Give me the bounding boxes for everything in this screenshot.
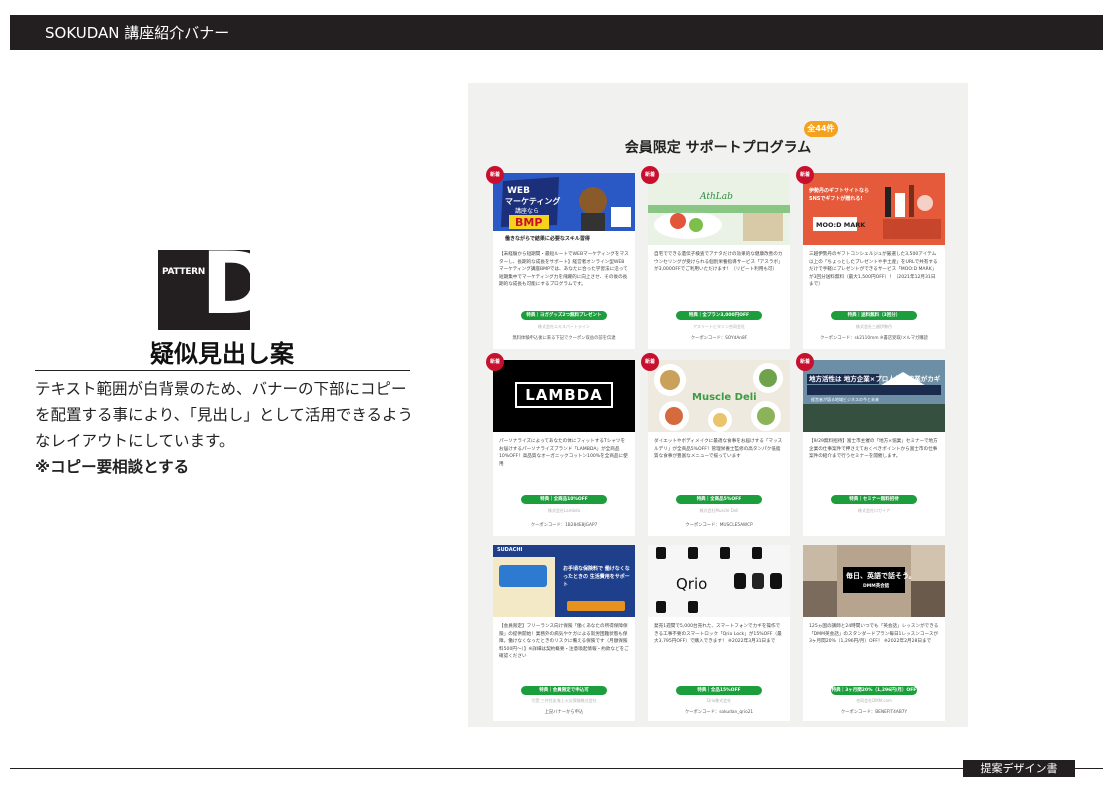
program-card[interactable]: AthLab 自宅でできる遺伝子検査でアナタだけの効果的な健康改善のカウンセリン… (648, 173, 790, 349)
promo-button[interactable]: 特典｜全品15%OFF (676, 686, 762, 695)
card-banner-image: WEB マーケティング 講座なら BMP 働きながらで結果に必要なスキル習得 (493, 173, 635, 245)
card-brand: 毎日、英語で話そう。 (846, 572, 916, 580)
footer-divider (10, 768, 1103, 769)
company-name: 株式会社三越伊勢丹 (856, 324, 892, 329)
coupon-code: 上記バナーから申込 (544, 710, 584, 715)
program-card[interactable]: SUDACHI お手頃な保険料で 働けなくなったときの 生活費用をサポート 【会… (493, 545, 635, 721)
card-caption: 経営者が語る地域ビジネスの今と未来 (811, 397, 879, 402)
new-badge: 新着 (486, 353, 504, 371)
heading-divider (35, 370, 410, 371)
promo-button[interactable]: 特典｜全商品10%OFF (521, 495, 607, 504)
new-badge: 新着 (641, 353, 659, 371)
card-caption: 伊勢丹のギフトサイトなら SNSでギフトが贈れる! (809, 188, 870, 202)
description-note: ※コピー要相談とする (35, 458, 190, 476)
promo-button[interactable]: 特典｜セミナー無料招待 (831, 495, 917, 504)
card-description: 【9/29無料招待】富士市主催の「地方×協業」セミナーで地方企業の仕事案件で押さ… (809, 439, 938, 459)
promo-button[interactable]: 特典｜送料無料（3回分） (831, 311, 917, 320)
pattern-letter: D (201, 234, 273, 334)
program-card[interactable]: 地方活性は 地方企業×プロ人材の協業がカギ 経営者が語る地域ビジネスの今と未来 … (803, 360, 945, 536)
coupon-code: クーポンコード：1B284E8JGAP7 (530, 523, 598, 528)
card-description: 三越伊勢丹のギフトコンシェルジュが厳選した3,500アイテム以上の「ちょっとした… (809, 252, 938, 287)
muscledeli-banner-art: Muscle Deli (648, 360, 790, 432)
company-name: 引受:三井住友海上火災保険株式会社 (531, 698, 597, 703)
coupon-code: クーポンコード：BENEFIT4AB7Y (840, 710, 908, 715)
card-caption: お手頃な保険料で 働けなくなったときの 生活費用をサポート (563, 566, 630, 588)
new-badge: 新着 (796, 353, 814, 371)
program-card[interactable]: Qrio 発売1週間で5,000台売れた、スマートフォンでカギを操作できる工事不… (648, 545, 790, 721)
promo-button[interactable]: 特典｜3ヶ月間20%（1,296円/月）OFF (831, 686, 917, 695)
card-description: パーソナライズによってあなたの体にフィットするTシャツをお届けするパーソナライズ… (499, 439, 628, 467)
coupon-code: クーポンコード：sokudan_qrio21 (684, 710, 754, 715)
company-name: アスリートビタミン合同会社 (693, 324, 745, 329)
card-caption: DMM英会話 (863, 584, 890, 589)
card-brand: Qrio (676, 575, 707, 593)
svg-text:BMP: BMP (515, 216, 542, 229)
card-brand: 地方活性は 地方企業×プロ人材の協業がカギ (809, 375, 941, 383)
moodmark-banner-art: MOO:D MARK (803, 173, 945, 245)
coupon-code: 無料体験申込後に来る下記でクーポン収益の前を伝達 (512, 336, 616, 341)
description-text: テキスト範囲が白背景のため、バナーの下部にコピーを配置する事により、「見出し」と… (35, 380, 414, 450)
card-banner-image: AthLab (648, 173, 790, 245)
card-caption: 働きながらで結果に必要なスキル習得 (505, 236, 590, 242)
pattern-description: テキスト範囲が白背景のため、バナーの下部にコピーを配置する事により、「見出し」と… (35, 376, 420, 480)
promo-button[interactable]: 特典｜全プラン3,000円OFF (676, 311, 762, 320)
card-brand: MOO:D MARK (816, 221, 866, 229)
promo-button[interactable]: 特典｜ヨガグッズ2つ無料プレゼント (521, 311, 607, 320)
card-brand: LAMBDA (515, 382, 613, 408)
pattern-heading: 疑似見出し案 (150, 340, 294, 368)
card-brand: SUDACHI (497, 547, 523, 553)
banner-panel: 会員限定 サポートプログラム 全44件 新着 WEB マーケティング 講座なら … (468, 83, 968, 727)
company-name: 株式会社ロガイア (858, 508, 890, 513)
coupon-code: クーポンコード：sk2110mm ※書店受取/メルマガ購読 (820, 336, 928, 341)
company-name: 株式会社Lambda (547, 508, 581, 513)
card-description: 【会員限定】フリーランス向け保険「働くあなたの所得保障保険」の提供開始！業務外の… (499, 624, 629, 659)
count-badge: 全44件 (804, 121, 838, 137)
new-badge: 新着 (796, 166, 814, 184)
header-bar: SOKUDAN 講座紹介バナー (10, 15, 1103, 50)
program-card[interactable]: WEB マーケティング 講座なら BMP 働きながらで結果に必要なスキル習得 【… (493, 173, 635, 349)
panel-title: 会員限定 サポートプログラム (624, 140, 812, 156)
pattern-badge: PATTERN D (158, 241, 272, 330)
card-banner-image: 毎日、英語で話そう。 DMM英会話 (803, 545, 945, 617)
coupon-code: クーポンコード：MUSCLE5AWCP (685, 523, 753, 528)
chihou-banner-art (803, 360, 945, 432)
promo-button[interactable]: 特典｜全商品5%OFF (676, 495, 762, 504)
program-card[interactable]: LAMBDA パーソナライズによってあなたの体にフィットするTシャツをお届けする… (493, 360, 635, 536)
card-description: 自宅でできる遺伝子検査でアナタだけの効果的な健康改善のカウンセリングが受けられる… (654, 252, 783, 272)
program-card[interactable]: Muscle Deli ダイエットやボディメイクに最適な食事をお届けする「マッス… (648, 360, 790, 536)
card-description: 発売1週間で5,000台売れた、スマートフォンでカギを操作できる工事不要のスマー… (654, 624, 782, 644)
coupon-code: クーポンコード：SOYdAn8F (690, 336, 748, 341)
card-brand: Muscle Deli (692, 392, 757, 403)
footer-tag: 提案デザイン書 (963, 760, 1075, 777)
program-card[interactable]: 毎日、英語で話そう。 DMM英会話 125ヵ国の講師と24時間いつでも「英会話」… (803, 545, 945, 721)
card-brand: AthLab (699, 192, 733, 202)
card-banner-image: Muscle Deli (648, 360, 790, 432)
program-card[interactable]: MOO:D MARK 伊勢丹のギフトサイトなら SNSでギフトが贈れる! 三越伊… (803, 173, 945, 349)
new-badge: 新着 (486, 166, 504, 184)
card-description: 125ヵ国の講師と24時間いつでも「英会話」レッスンができる「DMM英会話」のス… (809, 624, 939, 644)
athlab-banner-art: AthLab (648, 173, 790, 245)
company-name: 株式会社エキスパートライン (538, 324, 590, 329)
card-banner-image: LAMBDA (493, 360, 635, 432)
svg-text:マーケティング: マーケティング (505, 196, 560, 206)
card-banner-image: MOO:D MARK 伊勢丹のギフトサイトなら SNSでギフトが贈れる! (803, 173, 945, 245)
svg-text:講座なら: 講座なら (515, 207, 539, 215)
company-name: 株式会社Muscle Deli (699, 508, 739, 513)
pattern-label: PATTERN (162, 267, 206, 277)
card-banner-image: Qrio (648, 545, 790, 617)
qrio-banner-art: Qrio (648, 545, 790, 617)
promo-button[interactable]: 特典｜会員限定で申込可 (521, 686, 607, 695)
company-name: 合同会社DMM.com (856, 698, 892, 703)
card-banner-image: SUDACHI お手頃な保険料で 働けなくなったときの 生活費用をサポート (493, 545, 635, 617)
company-name: Qrio株式会社 (706, 698, 732, 703)
page-title: SOKUDAN 講座紹介バナー (45, 24, 230, 42)
new-badge: 新着 (641, 166, 659, 184)
card-description: 【未経験から短期間・最短ルートでWEBマーケティングをマスターし、長期的な成長を… (499, 252, 629, 287)
dmm-banner-art (803, 545, 945, 617)
svg-text:WEB: WEB (507, 186, 530, 196)
card-banner-image: 地方活性は 地方企業×プロ人材の協業がカギ 経営者が語る地域ビジネスの今と未来 (803, 360, 945, 432)
card-description: ダイエットやボディメイクに最適な食事をお届けする「マッスルデリ」が全商品5%OF… (654, 439, 783, 459)
